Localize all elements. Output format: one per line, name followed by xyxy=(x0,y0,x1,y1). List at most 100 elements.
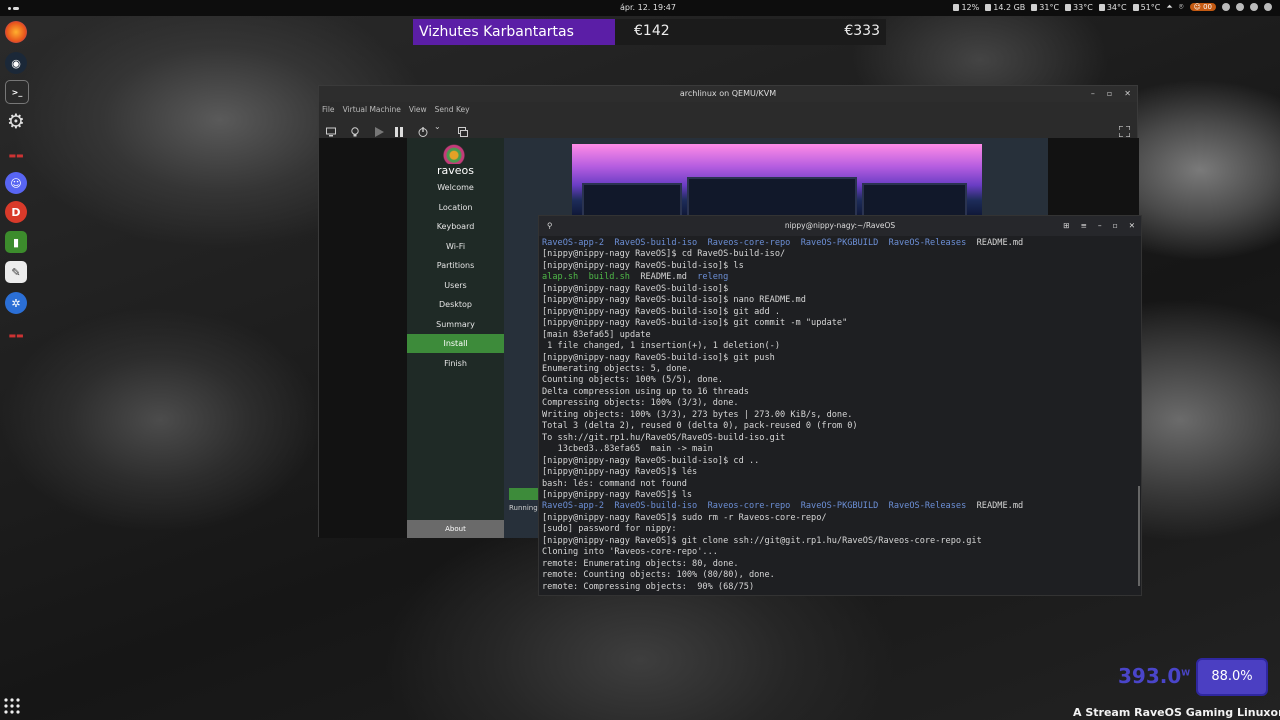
terminal-line: [nippy@nippy-nagy RaveOS]$ sudo rm -r Ra… xyxy=(542,513,1141,524)
vm-menubar: File Virtual Machine View Send Key xyxy=(319,102,1137,118)
davinci-icon[interactable]: D xyxy=(5,201,27,223)
terminal-text: [nippy@nippy-nagy RaveOS-build-iso]$ ls xyxy=(542,260,744,271)
discord-icon[interactable]: ☺ xyxy=(5,172,27,194)
terminal-line: Compressing objects: 100% (3/3), done. xyxy=(542,398,1141,409)
close-icon[interactable]: ✕ xyxy=(1129,216,1135,236)
power-icon[interactable] xyxy=(1264,3,1272,11)
volume-icon[interactable] xyxy=(1250,3,1258,11)
terminal-line: remote: Compressing objects: 90% (68/75) xyxy=(542,582,1141,593)
terminal-line: [nippy@nippy-nagy RaveOS]$ cd RaveOS-bui… xyxy=(542,249,1141,260)
menu-file[interactable]: File xyxy=(322,102,335,118)
cpu-value: 12% xyxy=(961,2,980,12)
menu-view[interactable]: View xyxy=(409,102,427,118)
step-summary: Summary xyxy=(436,320,475,329)
settings-gear-icon[interactable]: ⚙ xyxy=(5,109,27,133)
terminal-line: Counting objects: 100% (5/5), done. xyxy=(542,375,1141,386)
fullscreen-icon[interactable] xyxy=(1118,122,1131,138)
chevron-down-icon[interactable]: ⌄ xyxy=(434,122,444,132)
terminal-text: 13cbed3..83efa65 main -> main xyxy=(542,444,713,455)
game-launcher-icon[interactable]: ▬▬ xyxy=(5,144,27,166)
temp-stat-2: 33°C xyxy=(1065,3,1093,12)
terminal-window[interactable]: ⚲ nippy@nippy-nagy:~/RaveOS ⊞ ≡ – ▫ ✕ Ra… xyxy=(538,215,1142,596)
terminal-text: Compressing objects: 100% (3/3), done. xyxy=(542,398,739,409)
run-icon[interactable] xyxy=(374,122,384,137)
steam-icon[interactable]: ◉ xyxy=(5,52,27,74)
activities-icon[interactable] xyxy=(8,3,20,13)
terminal-line: Cloning into 'Raveos-core-repo'... xyxy=(542,547,1141,558)
terminal-text: alap.sh build.sh xyxy=(542,272,630,283)
maximize-icon[interactable]: ▫ xyxy=(1107,86,1112,102)
monitor-graphic xyxy=(862,183,967,219)
system-monitor-icon[interactable]: ▮ xyxy=(5,231,27,253)
menu-virtual-machine[interactable]: Virtual Machine xyxy=(343,102,401,118)
terminal-line: [nippy@nippy-nagy RaveOS-build-iso]$ cd … xyxy=(542,456,1141,467)
terminal-text: [nippy@nippy-nagy RaveOS-build-iso]$ git… xyxy=(542,318,848,329)
terminal-icon[interactable]: >_ xyxy=(5,80,29,104)
terminal-text: Writing objects: 100% (3/3), 273 bytes |… xyxy=(542,409,853,420)
status-area: 12% 14.2 GB 31°C 33°C 34°C 51°C ⏶ ⌾ ☺ 00 xyxy=(953,2,1272,12)
search-icon[interactable]: ⚲ xyxy=(547,216,553,236)
step-wifi: Wi-Fi xyxy=(445,242,466,251)
terminal-line: [nippy@nippy-nagy RaveOS]$ lés xyxy=(542,467,1141,478)
shutdown-icon[interactable] xyxy=(418,122,428,137)
firefox-icon[interactable] xyxy=(5,21,27,43)
terminal-output[interactable]: RaveOS-app-2 RaveOS-build-iso Raveos-cor… xyxy=(539,236,1141,596)
maximize-icon[interactable]: ▫ xyxy=(1113,216,1118,236)
terminal-titlebar[interactable]: ⚲ nippy@nippy-nagy:~/RaveOS ⊞ ≡ – ▫ ✕ xyxy=(539,216,1141,236)
installer-slideshow-image xyxy=(572,144,982,219)
new-tab-icon[interactable]: ⊞ xyxy=(1063,216,1069,236)
terminal-line: [sudo] password for nippy: xyxy=(542,524,1141,535)
vm-titlebar[interactable]: archlinux on QEMU/KVM – ▫ ✕ xyxy=(319,86,1137,102)
details-bulb-icon[interactable] xyxy=(350,122,360,137)
about-button[interactable]: About xyxy=(407,520,504,538)
menu-send-key[interactable]: Send Key xyxy=(435,102,470,118)
recording-pill[interactable]: ☺ 00 xyxy=(1189,3,1216,11)
minimize-icon[interactable]: – xyxy=(1098,216,1102,236)
terminal-text: Delta compression using up to 16 threads xyxy=(542,386,749,397)
temp-value-4: 51°C xyxy=(1140,2,1161,12)
cpu-icon xyxy=(953,3,960,11)
installer-sidebar: raveos Welcome Location Keyboard Wi-Fi P… xyxy=(407,138,504,538)
clock[interactable]: ápr. 12. 19:47 xyxy=(620,3,676,12)
terminal-line: 1 file changed, 1 insertion(+), 1 deleti… xyxy=(542,341,1141,352)
thermometer-icon xyxy=(1031,3,1038,11)
mic-icon[interactable] xyxy=(1222,3,1230,11)
terminal-text: [nippy@nippy-nagy RaveOS-build-iso]$ nan… xyxy=(542,295,806,306)
notification-icon[interactable]: ⏶ xyxy=(1166,2,1172,12)
terminal-text: README.md xyxy=(966,501,1024,512)
banner-value-1: €142 xyxy=(634,23,670,39)
terminal-text: [main 83efa65] update xyxy=(542,329,651,340)
hamburger-menu-icon[interactable]: ≡ xyxy=(1081,216,1087,236)
raveos-logo-icon xyxy=(440,142,468,164)
step-finish: Finish xyxy=(444,359,467,368)
step-welcome: Welcome xyxy=(437,183,474,192)
terminal-scrollbar[interactable] xyxy=(1138,486,1140,586)
vm-title: archlinux on QEMU/KVM xyxy=(679,89,777,98)
terminal-text: [nippy@nippy-nagy RaveOS]$ ls xyxy=(542,489,693,500)
terminal-text: [sudo] password for nippy: xyxy=(542,524,677,535)
minimize-icon[interactable]: – xyxy=(1091,86,1095,102)
terminal-text: releng xyxy=(697,272,729,283)
show-apps-grid-icon[interactable] xyxy=(3,697,21,715)
top-panel: ápr. 12. 19:47 12% 14.2 GB 31°C 33°C 34°… xyxy=(0,0,1280,16)
step-users: Users xyxy=(444,281,467,290)
terminal-text: bash: lés: command not found xyxy=(542,478,687,489)
pause-icon[interactable] xyxy=(394,122,404,137)
app-launcher-2-icon[interactable]: ▬▬ xyxy=(5,324,27,346)
wifi-icon[interactable] xyxy=(1236,3,1244,11)
terminal-line: [nippy@nippy-nagy RaveOS]$ git clone ssh… xyxy=(542,536,1141,547)
memory-stat: 14.2 GB xyxy=(985,3,1025,12)
console-icon[interactable] xyxy=(326,122,336,137)
close-icon[interactable]: ✕ xyxy=(1124,86,1131,102)
terminal-line: Writing objects: 100% (3/3), 273 bytes |… xyxy=(542,410,1141,421)
text-editor-icon[interactable]: ✎ xyxy=(5,261,27,283)
kde-connect-icon[interactable]: ✲ xyxy=(5,292,27,314)
terminal-text: remote: Enumerating objects: 80, done. xyxy=(542,558,739,569)
snapshot-icon[interactable] xyxy=(458,122,468,137)
terminal-text: Cloning into 'Raveos-core-repo'... xyxy=(542,547,718,558)
terminal-text: README.md xyxy=(966,238,1024,248)
power-unit: W xyxy=(1181,668,1191,678)
cpu-stat: 12% xyxy=(953,3,979,12)
terminal-text: Counting objects: 100% (5/5), done. xyxy=(542,375,724,386)
network-icon[interactable]: ⌾ xyxy=(1179,2,1184,12)
